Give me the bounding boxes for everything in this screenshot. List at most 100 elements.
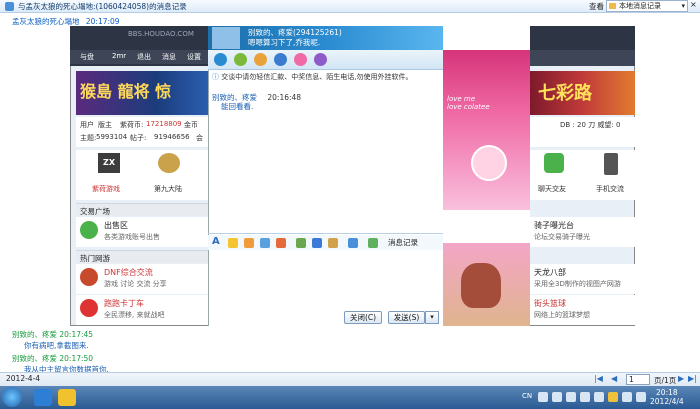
clock-date: 2012/4/4: [650, 397, 684, 406]
forum-board-item-right[interactable]: 街头篮球 网络上的篮球梦想: [530, 295, 635, 325]
ninth-continent-icon[interactable]: [158, 153, 180, 173]
language-indicator[interactable]: CN: [522, 392, 532, 400]
remote-icon[interactable]: [274, 53, 287, 66]
history-message-text: 你有病吧,拿截图来.: [24, 341, 89, 350]
forum-board-item[interactable]: 跑跑卡丁车 全民漂移, 来就战吧: [76, 295, 210, 325]
message-sender: 孟灰太狼的死心塌地: [12, 17, 80, 26]
forum-nav-item: 消息: [162, 53, 176, 61]
phone-icon[interactable]: [604, 153, 618, 175]
chat-friends-icon[interactable]: [544, 153, 564, 173]
topics-value: 5993104: [96, 133, 128, 141]
gift-icon[interactable]: [348, 238, 358, 248]
magic-emoji-icon[interactable]: [244, 238, 254, 248]
shake-icon[interactable]: [260, 238, 270, 248]
board-icon: [80, 221, 98, 239]
history-time: 20:17:45: [59, 330, 94, 339]
forum-nav-item: 与盘: [80, 53, 94, 61]
zx-game-icon[interactable]: ZX: [98, 153, 120, 173]
board-title: 街头篮球: [534, 299, 566, 308]
tray-icon[interactable]: [594, 392, 604, 402]
posts-label: 帖子:: [130, 134, 147, 142]
section-header: 交易广场: [76, 203, 210, 216]
screenshot-icon[interactable]: [312, 238, 322, 248]
next-page-icon[interactable]: ▶: [678, 374, 684, 383]
close-button[interactable]: 关闭(C): [344, 311, 382, 324]
forum-board-item[interactable]: DNF综合交流 游戏 讨论 交流 分享: [76, 264, 210, 294]
app-icon[interactable]: [294, 53, 307, 66]
qq-show-panel-self: [443, 243, 530, 326]
tray-icon[interactable]: [580, 392, 590, 402]
forum-banner-text: 猴島 龍将 惊: [80, 82, 172, 101]
page-number-input[interactable]: 1: [626, 374, 650, 385]
history-window-title: 与孟灰太狼的死心塌地:(1060424058)的消息记录: [18, 2, 187, 11]
send-options-chevron-icon[interactable]: ▾: [425, 311, 439, 324]
taskbar: CN 20:18 2012/4/4: [0, 386, 700, 409]
keyboard-icon[interactable]: [566, 392, 576, 402]
board-title: 天龙八部: [534, 268, 566, 277]
history-sender: 别致的、疼爱: [12, 354, 57, 363]
voice-icon[interactable]: [234, 53, 247, 66]
board-desc: 全民漂移, 来就战吧: [104, 311, 165, 319]
clock-time: 20:18: [656, 388, 678, 397]
forum-board-item[interactable]: 出售区 各类游戏账号出售: [76, 217, 210, 247]
last-page-icon[interactable]: ▶|: [688, 374, 697, 383]
send-button[interactable]: 发送(S): [388, 311, 425, 324]
cartoon-character: [471, 145, 507, 181]
history-title-bar: 与孟灰太狼的死心塌地:(1060424058)的消息记录 查看 本地消息记录 ×: [0, 0, 700, 13]
contact-signature: 嗯嗯算习下了,乔我呢.: [248, 38, 321, 47]
icon-caption: 第九大陆: [154, 185, 182, 193]
clock[interactable]: 20:18 2012/4/4: [650, 388, 684, 406]
file-icon[interactable]: [254, 53, 267, 66]
history-message-header: 别致的、疼爱 20:17:45: [12, 329, 93, 340]
network-icon[interactable]: [636, 392, 646, 402]
divider: [208, 233, 443, 234]
first-page-icon[interactable]: |◀: [594, 374, 603, 383]
forum-board-item-right[interactable]: 骑子曝光台 论坛交易骑子曝光: [530, 217, 635, 247]
forum-banner: 猴島 龍将 惊: [76, 71, 210, 115]
board-desc: 论坛交易骑子曝光: [534, 233, 590, 241]
board-title: 跑跑卡丁车: [104, 299, 144, 308]
board-desc: 网络上的篮球梦想: [534, 311, 590, 319]
forum-nav-right: [530, 50, 635, 66]
board-title: 出售区: [104, 221, 128, 230]
forum-nav-item: 设置: [187, 53, 201, 61]
forum-icon-row: ZX 紫荷游戏 第九大陆: [76, 150, 210, 200]
forum-nav: 与盘 2mr 退出 消息 设置: [70, 50, 210, 64]
icon-caption: 手机交流: [596, 185, 624, 193]
avatar: [212, 27, 240, 49]
ime-icon[interactable]: [538, 392, 548, 402]
qq-tray-icon[interactable]: [608, 392, 618, 402]
history-time: 20:17:50: [59, 354, 94, 363]
font-icon[interactable]: A: [212, 236, 220, 247]
prev-page-icon[interactable]: ◀: [611, 374, 617, 383]
flag-icon[interactable]: [622, 392, 632, 402]
help-icon[interactable]: [552, 392, 562, 402]
image-icon[interactable]: [296, 238, 306, 248]
emoji-icon[interactable]: [228, 238, 238, 248]
close-icon[interactable]: ×: [690, 0, 697, 9]
history-sender: 别致的、疼爱: [12, 330, 57, 339]
forum-nav-item: 2mr: [112, 52, 127, 60]
message-record-button[interactable]: 消息记录: [388, 237, 418, 248]
cartoon-character: [461, 263, 501, 308]
chat-toolbar: [208, 50, 443, 70]
view-menu[interactable]: 查看: [589, 1, 604, 12]
voice-msg-icon[interactable]: [276, 238, 286, 248]
video-icon[interactable]: [214, 53, 227, 66]
security-notice: 交谈中请勿轻信汇款、中奖信息、陌生电话,勿使用外挂软件。: [212, 72, 442, 82]
board-icon: [80, 268, 98, 286]
qq-penguin-icon[interactable]: [58, 389, 76, 406]
format-toolbar: A 消息记录: [208, 235, 443, 250]
forum-board-item-right[interactable]: 天龙八部 采用全3D制作的视图产网游: [530, 264, 635, 294]
music-icon[interactable]: [328, 238, 338, 248]
topics-label: 主题:: [80, 134, 97, 142]
local-history-dropdown[interactable]: 本地消息记录: [606, 0, 688, 12]
start-button[interactable]: [2, 387, 22, 407]
pay-icon[interactable]: [368, 238, 378, 248]
qq-taskbar-icon[interactable]: [34, 389, 52, 406]
board-title: DNF综合交流: [104, 268, 153, 277]
forum-nav-item: 退出: [137, 53, 151, 61]
more-icon[interactable]: [314, 53, 327, 66]
gold-label: 金币: [184, 121, 198, 129]
date-selector[interactable]: 2012-4-4: [6, 374, 40, 383]
